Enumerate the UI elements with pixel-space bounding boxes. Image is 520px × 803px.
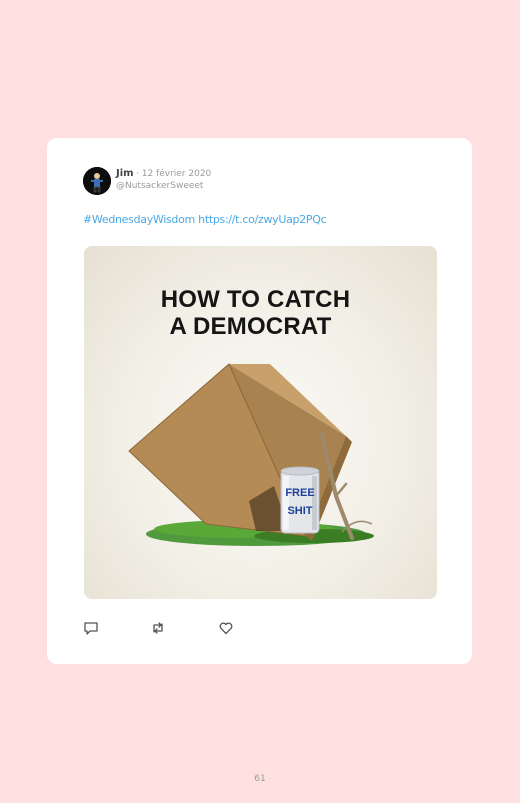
author-handle[interactable]: @NutsackerSweeet: [116, 181, 203, 191]
avatar-figure-icon: [83, 167, 111, 195]
like-icon[interactable]: [218, 620, 234, 636]
image-headline-line1: HOW TO CATCH: [160, 286, 351, 313]
page-number: 61: [254, 774, 266, 784]
image-headline-line2: A DEMOCRAT: [169, 313, 332, 340]
can-label-line1: FREE: [285, 487, 315, 499]
tweet-date[interactable]: · 12 février 2020: [136, 169, 211, 179]
tweet-image[interactable]: HOW TO CATCH A DEMOCRAT FREE SHIT: [84, 246, 437, 599]
author-name[interactable]: Jim: [116, 168, 134, 179]
tweet-card: Jim · 12 février 2020 @NutsackerSweeet #…: [47, 138, 472, 664]
tweet-text[interactable]: #WednesdayWisdom https://t.co/zwyUap2PQc: [83, 213, 327, 226]
reply-icon[interactable]: [83, 620, 99, 636]
tweet-actions: [83, 620, 283, 636]
can-label-line2: SHIT: [287, 505, 313, 517]
avatar[interactable]: [83, 167, 111, 195]
retweet-icon[interactable]: [150, 620, 166, 636]
